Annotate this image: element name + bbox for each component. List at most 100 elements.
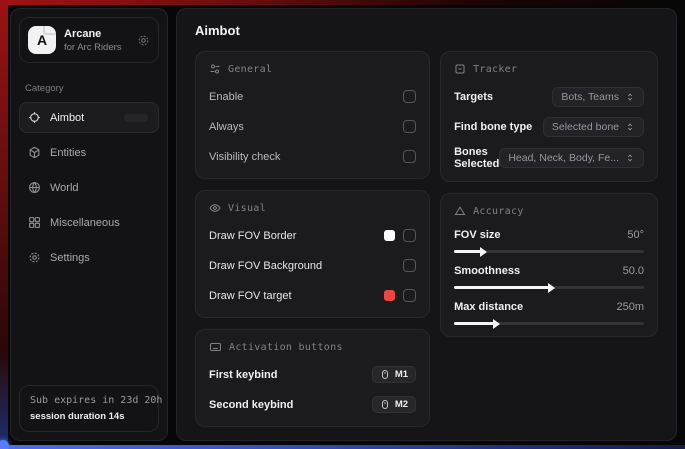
- setting-label: Find bone type: [454, 121, 532, 133]
- setting-label: Always: [209, 121, 244, 133]
- mouse-icon: [380, 399, 390, 410]
- keybind-value: M2: [395, 399, 408, 410]
- left-column: General Enable Always Visibility check: [195, 51, 430, 427]
- setting-label: First keybind: [209, 369, 277, 381]
- brand-logo: A: [28, 26, 56, 54]
- slider-row-header: Max distance 250m: [454, 301, 644, 313]
- brand-settings-icon[interactable]: [137, 34, 150, 47]
- setting-row: Draw FOV Background: [209, 255, 416, 276]
- targets-dropdown[interactable]: Bots, Teams: [552, 87, 644, 107]
- sidebar-item-settings[interactable]: Settings: [19, 242, 159, 273]
- main-panel: Aimbot General Enable: [176, 8, 677, 441]
- cube-icon: [28, 146, 41, 159]
- sidebar-item-label: Entities: [50, 147, 86, 159]
- sidebar-item-world[interactable]: World: [19, 172, 159, 203]
- setting-row: Targets Bots, Teams: [454, 86, 644, 107]
- triangle-icon: [454, 205, 466, 217]
- visual-card: Visual Draw FOV Border Draw FOV Backgrou…: [195, 190, 430, 318]
- setting-row: Bones Selected Head, Neck, Body, Fe...: [454, 146, 644, 170]
- setting-label: FOV size: [454, 229, 500, 241]
- setting-label: Second keybind: [209, 399, 293, 411]
- fov-size-slider[interactable]: [454, 250, 644, 253]
- card-title: Visual: [228, 203, 266, 214]
- chevrons-up-down-icon: [625, 122, 635, 132]
- setting-label: Visibility check: [209, 151, 280, 163]
- visibility-check-checkbox[interactable]: [403, 150, 416, 163]
- fov-border-color-swatch[interactable]: [384, 230, 395, 241]
- smoothness-slider[interactable]: [454, 286, 644, 289]
- fov-target-color-swatch[interactable]: [384, 290, 395, 301]
- bone-type-dropdown[interactable]: Selected bone: [543, 117, 644, 137]
- sidebar-item-label: Settings: [50, 252, 90, 264]
- max-distance-slider[interactable]: [454, 322, 644, 325]
- setting-label: Draw FOV Background: [209, 260, 322, 272]
- setting-label: Enable: [209, 91, 243, 103]
- slider-row: FOV size 50°: [454, 229, 644, 253]
- dropdown-value: Head, Neck, Body, Fe...: [508, 152, 619, 164]
- slider-value: 50.0: [623, 265, 644, 277]
- visual-card-header: Visual: [209, 202, 416, 214]
- sidebar-item-entities[interactable]: Entities: [19, 137, 159, 168]
- setting-label: Max distance: [454, 301, 523, 313]
- sub-expiry-text: Sub expires in 23d 20h: [30, 395, 148, 406]
- keybind-value: M1: [395, 369, 408, 380]
- sidebar-nav: Aimbot Entities World: [11, 102, 167, 273]
- first-keybind-button[interactable]: M1: [372, 366, 416, 383]
- slider-thumb[interactable]: [548, 283, 555, 293]
- fov-border-checkbox[interactable]: [403, 229, 416, 242]
- activation-card: Activation buttons First keybind M1: [195, 329, 430, 427]
- sidebar-item-label: Miscellaneous: [50, 217, 120, 229]
- chevrons-up-down-icon: [625, 92, 635, 102]
- brand-text: Arcane for Arc Riders: [64, 28, 129, 53]
- setting-row: Draw FOV Border: [209, 225, 416, 246]
- crosshair-icon: [28, 111, 41, 124]
- sidebar: A Arcane for Arc Riders Category Aimbot: [10, 8, 168, 441]
- always-checkbox[interactable]: [403, 120, 416, 133]
- card-title: General: [228, 64, 272, 75]
- slider-value: 250m: [616, 301, 644, 313]
- general-card-header: General: [209, 63, 416, 75]
- brand-logo-letter: A: [37, 32, 47, 48]
- brand-subtitle: for Arc Riders: [64, 42, 129, 53]
- brand-name: Arcane: [64, 28, 129, 40]
- tracker-card-header: Tracker: [454, 63, 644, 75]
- slider-thumb[interactable]: [493, 319, 500, 329]
- subscription-info-card: Sub expires in 23d 20h session duration …: [19, 385, 159, 432]
- gear-icon: [28, 251, 41, 264]
- enable-checkbox[interactable]: [403, 90, 416, 103]
- card-title: Activation buttons: [229, 342, 343, 353]
- bones-selected-dropdown[interactable]: Head, Neck, Body, Fe...: [499, 148, 644, 168]
- setting-label: Targets: [454, 91, 493, 103]
- sidebar-item-miscellaneous[interactable]: Miscellaneous: [19, 207, 159, 238]
- app-window: A Arcane for Arc Riders Category Aimbot: [0, 0, 685, 449]
- content-columns: General Enable Always Visibility check: [195, 51, 658, 427]
- tracker-card: Tracker Targets Bots, Teams Find bone ty…: [440, 51, 658, 182]
- slider-row: Max distance 250m: [454, 301, 644, 325]
- setting-label: Draw FOV target: [209, 290, 292, 302]
- slider-row-header: Smoothness 50.0: [454, 265, 644, 277]
- sidebar-item-aimbot[interactable]: Aimbot: [19, 102, 159, 133]
- fov-background-checkbox[interactable]: [403, 259, 416, 272]
- accuracy-card: Accuracy FOV size 50°: [440, 193, 658, 337]
- category-label: Category: [25, 83, 153, 94]
- slider-row: Smoothness 50.0: [454, 265, 644, 289]
- setting-row: First keybind M1: [209, 364, 416, 385]
- globe-icon: [28, 181, 41, 194]
- dropdown-value: Selected bone: [552, 121, 619, 133]
- accuracy-card-header: Accuracy: [454, 205, 644, 217]
- sidebar-item-label: Aimbot: [50, 112, 84, 124]
- slider-fill: [454, 286, 549, 289]
- page-title: Aimbot: [195, 23, 658, 38]
- sliders-icon: [209, 63, 221, 75]
- fov-target-checkbox[interactable]: [403, 289, 416, 302]
- chevrons-up-down-icon: [625, 153, 635, 163]
- setting-row: Draw FOV target: [209, 285, 416, 306]
- setting-row: Second keybind M2: [209, 394, 416, 415]
- brand-card: A Arcane for Arc Riders: [19, 17, 159, 63]
- general-card: General Enable Always Visibility check: [195, 51, 430, 179]
- slider-row-header: FOV size 50°: [454, 229, 644, 241]
- second-keybind-button[interactable]: M2: [372, 396, 416, 413]
- grid-icon: [28, 216, 41, 229]
- slider-thumb[interactable]: [480, 247, 487, 257]
- eye-icon: [209, 202, 221, 214]
